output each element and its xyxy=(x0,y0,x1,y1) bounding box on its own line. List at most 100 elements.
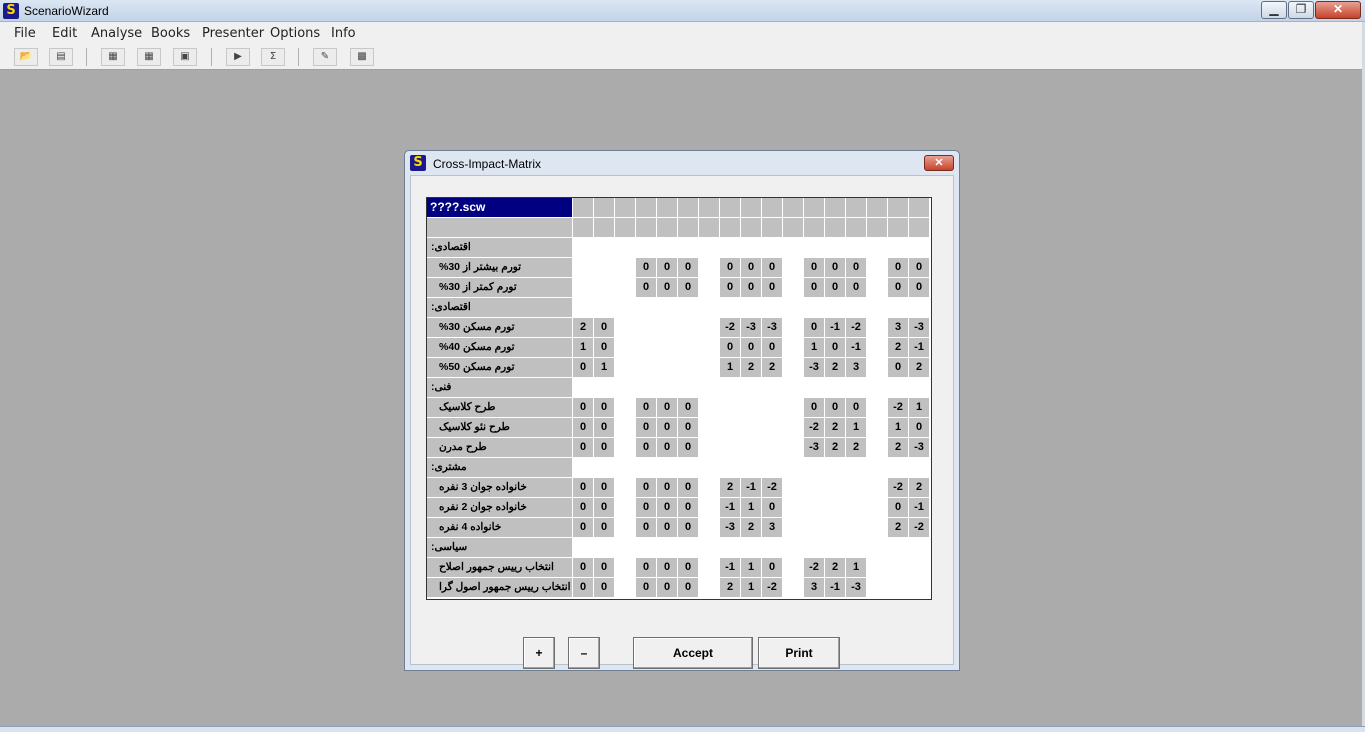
matrix-cell[interactable]: 0 xyxy=(846,398,866,417)
matrix-cell[interactable]: 2 xyxy=(825,358,845,377)
matrix-cell[interactable]: 0 xyxy=(741,278,761,297)
play-icon[interactable]: ▶ xyxy=(226,48,250,66)
matrix-cell[interactable]: 0 xyxy=(636,278,656,297)
matrix-cell[interactable]: 0 xyxy=(888,358,908,377)
matrix-cell[interactable]: 0 xyxy=(720,258,740,277)
matrix-cell[interactable]: 0 xyxy=(678,478,698,497)
matrix-cell[interactable]: 0 xyxy=(888,258,908,277)
matrix-cell[interactable]: 0 xyxy=(846,258,866,277)
matrix-cell[interactable]: 0 xyxy=(636,258,656,277)
matrix-cell[interactable]: 0 xyxy=(573,358,593,377)
matrix-cell[interactable]: -1 xyxy=(846,338,866,357)
matrix-cell[interactable]: 0 xyxy=(804,258,824,277)
matrix-cell[interactable]: -3 xyxy=(720,518,740,537)
matrix-cell[interactable]: 0 xyxy=(741,258,761,277)
matrix-cell[interactable]: 0 xyxy=(636,478,656,497)
matrix-cell[interactable]: -1 xyxy=(909,338,929,357)
matrix-cell[interactable]: 2 xyxy=(573,318,593,337)
menu-presenter[interactable]: Presenter xyxy=(202,26,264,41)
menu-options[interactable]: Options xyxy=(270,26,320,41)
menu-edit[interactable]: Edit xyxy=(52,26,77,41)
matrix-cell[interactable]: 1 xyxy=(846,418,866,437)
matrix-cell[interactable]: 1 xyxy=(594,358,614,377)
matrix-cell[interactable]: -3 xyxy=(846,578,866,597)
matrix-cell[interactable]: 0 xyxy=(573,558,593,577)
matrix-cell[interactable]: 0 xyxy=(678,558,698,577)
matrix-cell[interactable]: 0 xyxy=(573,478,593,497)
matrix-cell[interactable]: 0 xyxy=(657,258,677,277)
matrix-cell[interactable]: 0 xyxy=(657,558,677,577)
matrix-cell[interactable]: -2 xyxy=(846,318,866,337)
matrix-cell[interactable]: 0 xyxy=(762,258,782,277)
matrix-cell[interactable]: 0 xyxy=(573,438,593,457)
matrix-cell[interactable]: -1 xyxy=(825,578,845,597)
matrix-cell[interactable]: -2 xyxy=(762,578,782,597)
matrix-cell[interactable]: 0 xyxy=(594,338,614,357)
matrix-cell[interactable]: 0 xyxy=(657,278,677,297)
matrix-cell[interactable]: 2 xyxy=(720,478,740,497)
close-button[interactable]: ✕ xyxy=(1315,1,1361,19)
matrix-cell[interactable]: 0 xyxy=(909,278,929,297)
matrix-cell[interactable]: 0 xyxy=(720,338,740,357)
matrix-cell[interactable]: 0 xyxy=(594,558,614,577)
matrix-cell[interactable]: 2 xyxy=(909,478,929,497)
matrix-cell[interactable]: 0 xyxy=(594,518,614,537)
matrix-cell[interactable]: -2 xyxy=(804,418,824,437)
matrix-cell[interactable]: 0 xyxy=(636,498,656,517)
matrix-cell[interactable]: -1 xyxy=(741,478,761,497)
matrix-cell[interactable]: 0 xyxy=(636,398,656,417)
matrix-cell[interactable]: 0 xyxy=(762,278,782,297)
list-view-icon[interactable]: ▦ xyxy=(101,48,125,66)
matrix-cell[interactable]: 0 xyxy=(594,478,614,497)
matrix-cell[interactable]: 0 xyxy=(678,278,698,297)
matrix-cell[interactable]: 0 xyxy=(678,578,698,597)
matrix-cell[interactable]: 0 xyxy=(804,278,824,297)
matrix-cell[interactable]: 1 xyxy=(804,338,824,357)
dialog-close-button[interactable]: ✕ xyxy=(924,155,954,171)
settings-grid-icon[interactable]: ▩ xyxy=(350,48,374,66)
menu-info[interactable]: Info xyxy=(331,26,356,41)
matrix-cell[interactable]: 0 xyxy=(573,498,593,517)
matrix-cell[interactable]: 0 xyxy=(825,338,845,357)
matrix-cell[interactable]: -2 xyxy=(720,318,740,337)
matrix-cell[interactable]: -2 xyxy=(909,518,929,537)
matrix-cell[interactable]: -2 xyxy=(888,398,908,417)
matrix-cell[interactable]: 1 xyxy=(888,418,908,437)
matrix-cell[interactable]: -1 xyxy=(825,318,845,337)
open-folder-icon[interactable]: 📂 xyxy=(14,48,38,66)
matrix-cell[interactable]: 0 xyxy=(888,498,908,517)
matrix-cell[interactable]: -3 xyxy=(804,358,824,377)
matrix-cell[interactable]: 2 xyxy=(825,438,845,457)
matrix-cell[interactable]: 0 xyxy=(678,438,698,457)
matrix-cell[interactable]: 1 xyxy=(846,558,866,577)
matrix-cell[interactable]: 1 xyxy=(741,558,761,577)
menu-analyse[interactable]: Analyse xyxy=(91,26,142,41)
accept-button[interactable]: Accept xyxy=(633,637,753,669)
matrix-cell[interactable]: 0 xyxy=(657,398,677,417)
matrix-cell[interactable]: 3 xyxy=(888,318,908,337)
matrix-cell[interactable]: 0 xyxy=(594,418,614,437)
matrix-cell[interactable]: 0 xyxy=(636,438,656,457)
matrix-cell[interactable]: 2 xyxy=(762,358,782,377)
matrix-cell[interactable]: -2 xyxy=(804,558,824,577)
matrix-cell[interactable]: 0 xyxy=(888,278,908,297)
matrix-cell[interactable]: 0 xyxy=(594,438,614,457)
matrix-cell[interactable]: 0 xyxy=(762,498,782,517)
matrix-cell[interactable]: 0 xyxy=(573,578,593,597)
matrix-cell[interactable]: 1 xyxy=(573,338,593,357)
matrix-cell[interactable]: 0 xyxy=(657,578,677,597)
matrix-cell[interactable]: -3 xyxy=(909,318,929,337)
matrix-cell[interactable]: 0 xyxy=(825,278,845,297)
matrix-cell[interactable]: 3 xyxy=(846,358,866,377)
matrix-cell[interactable]: 0 xyxy=(720,278,740,297)
add-button[interactable]: + xyxy=(523,637,555,669)
save-icon[interactable]: ▤ xyxy=(49,48,73,66)
matrix-cell[interactable]: 0 xyxy=(573,518,593,537)
matrix-cell[interactable]: 1 xyxy=(720,358,740,377)
matrix-cell[interactable]: -3 xyxy=(909,438,929,457)
menu-books[interactable]: Books xyxy=(151,26,190,41)
matrix-cell[interactable]: 2 xyxy=(846,438,866,457)
matrix-cell[interactable]: -2 xyxy=(888,478,908,497)
matrix-cell[interactable]: 0 xyxy=(636,578,656,597)
matrix-cell[interactable]: 0 xyxy=(594,578,614,597)
